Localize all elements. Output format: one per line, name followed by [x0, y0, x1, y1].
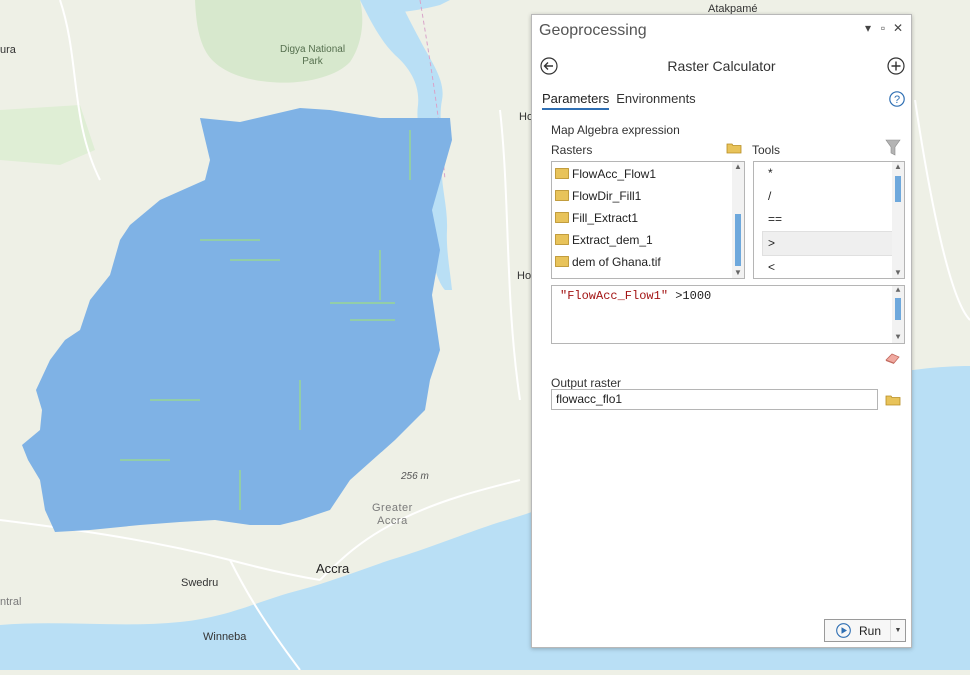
- output-raster-label: Output raster: [551, 376, 622, 390]
- rasters-list[interactable]: FlowAcc_Flow1 FlowDir_Fill1 Fill_Extract…: [551, 161, 745, 279]
- tab-strip: Parameters Environments: [542, 91, 703, 110]
- greater-accra-line2: Accra: [377, 515, 408, 527]
- park-label-line2: Park: [302, 56, 323, 67]
- expression-scrollbar[interactable]: ▲ ▼: [892, 286, 904, 343]
- park-label: Digya National Park: [280, 44, 345, 68]
- raster-item-label: FlowDir_Fill1: [572, 189, 642, 203]
- raster-layer-icon: [555, 190, 569, 201]
- raster-layer-icon: [555, 212, 569, 223]
- close-icon[interactable]: ✕: [891, 21, 905, 35]
- raster-item-label: Extract_dem_1: [572, 233, 653, 247]
- tool-item[interactable]: /: [754, 185, 904, 208]
- folder-icon[interactable]: [885, 394, 901, 406]
- raster-layer-icon: [555, 234, 569, 245]
- scroll-thumb[interactable]: [735, 214, 741, 266]
- run-label: Run: [859, 624, 882, 638]
- expression-editor[interactable]: "FlowAcc_Flow1" >1000 ▲ ▼: [551, 285, 905, 344]
- raster-item[interactable]: Extract_dem_1: [552, 229, 744, 251]
- run-button[interactable]: Run ▼: [824, 619, 906, 642]
- raster-item[interactable]: FlowDir_Fill1: [552, 185, 744, 207]
- raster-item[interactable]: FlowAcc_Flow1: [552, 163, 744, 185]
- raster-layer-icon: [555, 256, 569, 267]
- raster-item-label: dem of Ghana.tif: [572, 255, 661, 269]
- winneba-label: Winneba: [203, 631, 247, 643]
- greater-accra-label: Greater Accra: [372, 502, 413, 528]
- park-label-line1: Digya National: [280, 44, 346, 55]
- tool-item[interactable]: *: [754, 162, 904, 185]
- raster-item-label: Fill_Extract1: [572, 211, 639, 225]
- window-controls: ▾ ▫ ✕: [860, 21, 905, 35]
- scroll-up-icon[interactable]: ▲: [892, 162, 904, 172]
- maximize-icon[interactable]: ▫: [876, 21, 890, 35]
- expression-raster-string: "FlowAcc_Flow1": [560, 289, 669, 303]
- play-icon: [836, 623, 851, 638]
- scroll-down-icon[interactable]: ▼: [892, 268, 904, 278]
- expression-operator: >1000: [668, 289, 712, 303]
- help-icon[interactable]: ?: [889, 91, 905, 107]
- raster-item[interactable]: Fill_Extract1: [552, 207, 744, 229]
- raster-item-label: FlowAcc_Flow1: [572, 167, 657, 181]
- scroll-down-icon[interactable]: ▼: [732, 268, 744, 278]
- edge-label-left-bottom: ntral: [0, 596, 22, 608]
- tools-scrollbar[interactable]: ▲ ▼: [892, 162, 904, 278]
- add-icon[interactable]: [887, 57, 905, 75]
- accra-label: Accra: [316, 561, 350, 576]
- raster-item[interactable]: dem of Ghana.tif: [552, 251, 744, 273]
- edge-label-ho-2: Ho: [517, 270, 532, 282]
- elevation-label: 256 m: [401, 471, 429, 482]
- tab-environments[interactable]: Environments: [616, 91, 695, 108]
- run-dropdown-icon[interactable]: ▼: [890, 620, 905, 641]
- swedru-label: Swedru: [181, 577, 219, 589]
- raster-layer-icon: [555, 168, 569, 179]
- rasters-label: Rasters: [551, 143, 593, 157]
- geoprocessing-pane: Geoprocessing ▾ ▫ ✕ Raster Calculator Para…: [531, 14, 912, 648]
- tools-list[interactable]: * / == > < ▲ ▼: [753, 161, 905, 279]
- pane-title: Geoprocessing: [539, 22, 647, 39]
- tool-item[interactable]: ==: [754, 208, 904, 231]
- eraser-icon[interactable]: [884, 351, 902, 365]
- tool-title: Raster Calculator: [667, 58, 776, 74]
- filter-icon[interactable]: [885, 139, 901, 157]
- scroll-up-icon[interactable]: ▲: [732, 162, 744, 172]
- rasters-scrollbar[interactable]: ▲ ▼: [732, 162, 744, 278]
- tool-item-selected[interactable]: >: [762, 231, 900, 256]
- scroll-up-icon[interactable]: ▲: [892, 286, 904, 296]
- svg-text:?: ?: [894, 94, 900, 106]
- scroll-thumb[interactable]: [895, 298, 901, 320]
- folder-icon[interactable]: [726, 142, 742, 154]
- edge-label-left-top: ura: [0, 44, 16, 56]
- dropdown-icon[interactable]: ▾: [861, 21, 875, 35]
- scroll-down-icon[interactable]: ▼: [892, 333, 904, 343]
- tab-parameters[interactable]: Parameters: [542, 91, 610, 110]
- greater-accra-line1: Greater: [372, 502, 413, 514]
- scroll-thumb[interactable]: [895, 176, 901, 202]
- tools-label: Tools: [752, 143, 781, 157]
- tool-item[interactable]: <: [754, 256, 904, 278]
- output-raster-input[interactable]: flowacc_flo1: [551, 389, 878, 410]
- map-algebra-label: Map Algebra expression: [551, 123, 680, 137]
